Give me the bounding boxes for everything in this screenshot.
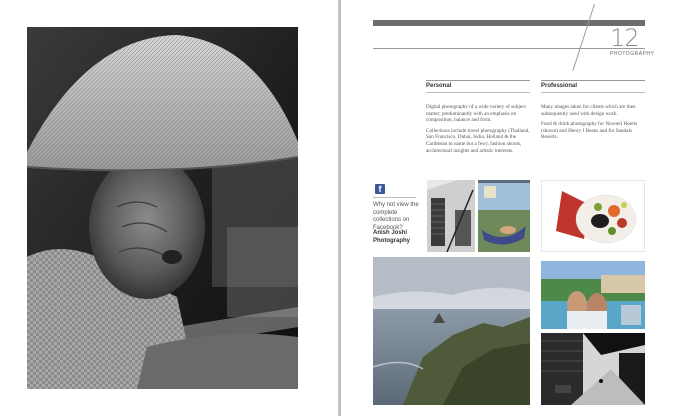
photo-food-plate <box>541 180 645 252</box>
professional-paragraph: Many images taken for clients which are … <box>541 104 636 117</box>
photo-thumbnail-architecture <box>427 180 475 252</box>
facebook-icon[interactable]: f <box>375 184 385 194</box>
personal-paragraph: Collections include travel photography (… <box>426 127 530 154</box>
professional-rule-bottom <box>541 92 645 93</box>
facebook-link-author[interactable]: Anish Joshi Photography <box>373 230 423 245</box>
photo-thumbnail-hammock <box>478 180 530 252</box>
personal-heading: Personal <box>426 83 452 89</box>
facebook-prompt: Why not view the complete collections on… <box>373 202 419 231</box>
professional-body: Many images taken for clients which are … <box>541 104 649 145</box>
personal-rule-bottom <box>426 92 530 93</box>
header-bar <box>373 20 645 26</box>
professional-rule-top <box>541 80 645 81</box>
header-rule <box>373 48 645 49</box>
photo-couple-resort <box>541 261 645 329</box>
page-number: 12 <box>610 24 640 52</box>
photo-street-black-white <box>541 333 645 405</box>
facebook-rule <box>373 197 416 198</box>
left-page <box>0 0 339 416</box>
professional-paragraph: Food & drink photography for Nowteil Hot… <box>541 121 637 141</box>
portrait-photo-elderly-woman-hat <box>27 27 298 389</box>
photo-coastline-landscape <box>373 257 530 405</box>
personal-body: Digital photography of a wide variety of… <box>426 104 534 158</box>
personal-rule-top <box>426 80 530 81</box>
section-label: PHOTOGRAPHY <box>610 51 655 57</box>
professional-heading: Professional <box>541 83 578 89</box>
personal-paragraph: Digital photography of a wide variety of… <box>426 104 526 124</box>
